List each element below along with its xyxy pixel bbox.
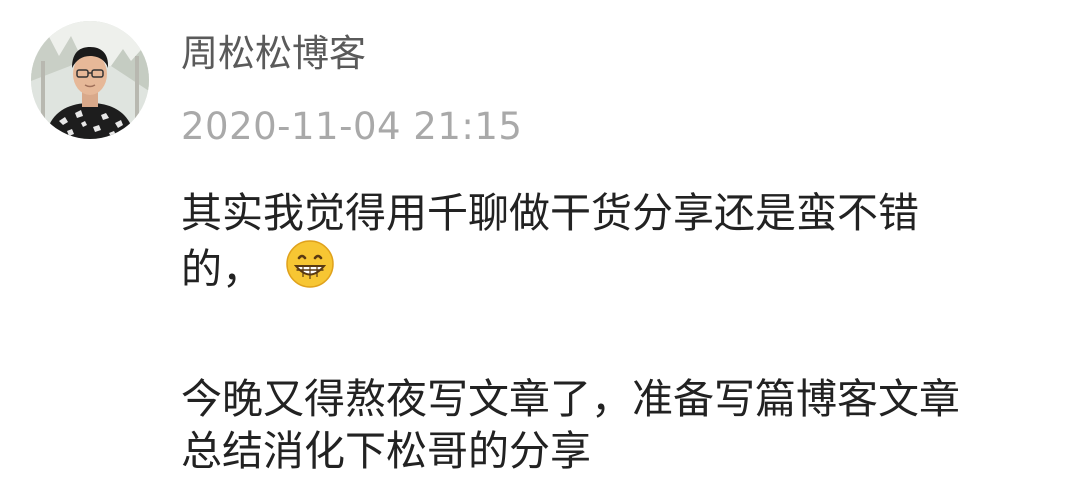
comment-text-line: 其实我觉得用千聊做干货分享还是蛮不错 — [181, 189, 919, 237]
comment-paragraph: 其实我觉得用千聊做干货分享还是蛮不错 的， — [181, 187, 1061, 295]
post-timestamp: 2020-11-04 21:15 — [181, 105, 523, 148]
user-photo-icon — [31, 21, 149, 139]
comment-body: 其实我觉得用千聊做干货分享还是蛮不错 的， 今晚又得熬夜写文章了，准备写篇博客文… — [181, 187, 1061, 477]
comment-paragraph: 今晚又得熬夜写文章了，准备写篇博客文章 总结消化下松哥的分享 — [181, 373, 1061, 477]
comment-text-line-with-emoji: 的， — [181, 239, 1061, 295]
comment-text-line: 的， — [181, 245, 263, 293]
comment-text-line: 总结消化下松哥的分享 — [181, 427, 591, 475]
avatar[interactable] — [31, 21, 149, 139]
grinning-face-emoji-icon — [285, 239, 335, 289]
author-name[interactable]: 周松松博客 — [181, 30, 366, 78]
comment-text-line: 今晚又得熬夜写文章了，准备写篇博客文章 — [181, 375, 960, 423]
